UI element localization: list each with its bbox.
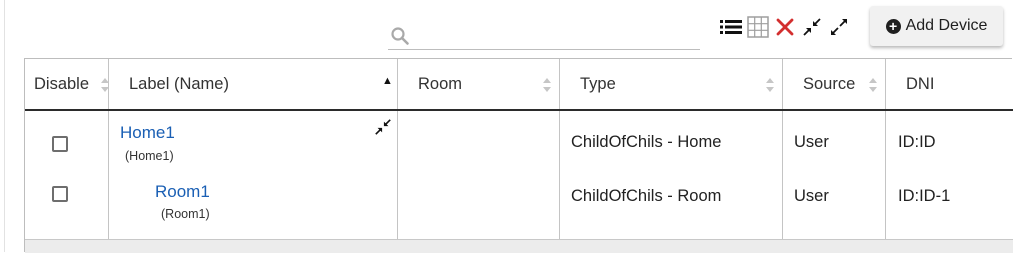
dni-cell: ID:ID-1 bbox=[898, 187, 951, 205]
type-cell: ChildOfChils - Room bbox=[571, 187, 722, 205]
list-view-icon[interactable] bbox=[720, 16, 742, 38]
table-header: Disable Label (Name) ▲ Room Type Source … bbox=[25, 59, 1013, 111]
search-field[interactable] bbox=[388, 24, 700, 50]
type-cell: ChildOfChils - Home bbox=[571, 133, 722, 151]
sort-arrows-icon bbox=[101, 78, 109, 92]
add-device-button[interactable]: + Add Device bbox=[870, 6, 1003, 46]
clear-filter-icon[interactable] bbox=[774, 16, 796, 38]
collapse-icon[interactable] bbox=[801, 16, 823, 38]
header-type-label: Type bbox=[580, 74, 616, 93]
dni-cell: ID:ID bbox=[898, 133, 936, 151]
header-label[interactable]: Label (Name) ▲ bbox=[129, 59, 397, 109]
header-dni[interactable]: DNI bbox=[906, 59, 1006, 109]
source-cell: User bbox=[794, 133, 829, 151]
page-left-border bbox=[4, 0, 5, 252]
collapse-icon[interactable] bbox=[374, 118, 392, 136]
search-icon bbox=[391, 27, 409, 45]
header-dni-label: DNI bbox=[906, 74, 935, 93]
header-label-label: Label (Name) bbox=[129, 74, 229, 93]
sort-arrows-icon bbox=[766, 78, 774, 92]
add-device-label: Add Device bbox=[905, 17, 988, 34]
source-cell: User bbox=[794, 187, 829, 205]
device-link[interactable]: Room1 bbox=[155, 182, 210, 202]
sort-arrows-icon bbox=[869, 78, 877, 92]
table-footer bbox=[25, 239, 1013, 253]
header-room-label: Room bbox=[418, 74, 463, 93]
grid-view-icon[interactable] bbox=[747, 16, 769, 38]
device-name: (Home1) bbox=[125, 149, 174, 163]
device-name: (Room1) bbox=[161, 207, 210, 221]
disable-checkbox[interactable] bbox=[52, 136, 68, 152]
header-type[interactable]: Type bbox=[580, 59, 782, 109]
header-room[interactable]: Room bbox=[418, 59, 559, 109]
device-link[interactable]: Home1 bbox=[120, 123, 175, 143]
plus-circle-icon: + bbox=[885, 18, 901, 34]
header-source-label: Source bbox=[803, 74, 856, 93]
expand-icon[interactable] bbox=[828, 16, 850, 38]
header-source[interactable]: Source bbox=[803, 59, 885, 109]
header-disable[interactable]: Disable bbox=[34, 59, 109, 109]
header-disable-label: Disable bbox=[34, 74, 90, 93]
disable-checkbox[interactable] bbox=[52, 186, 68, 202]
sort-ascending-icon: ▲ bbox=[382, 75, 393, 87]
device-table: Disable Label (Name) ▲ Room Type Source … bbox=[24, 58, 1013, 253]
search-input[interactable] bbox=[414, 24, 696, 48]
sort-arrows-icon bbox=[543, 78, 551, 92]
